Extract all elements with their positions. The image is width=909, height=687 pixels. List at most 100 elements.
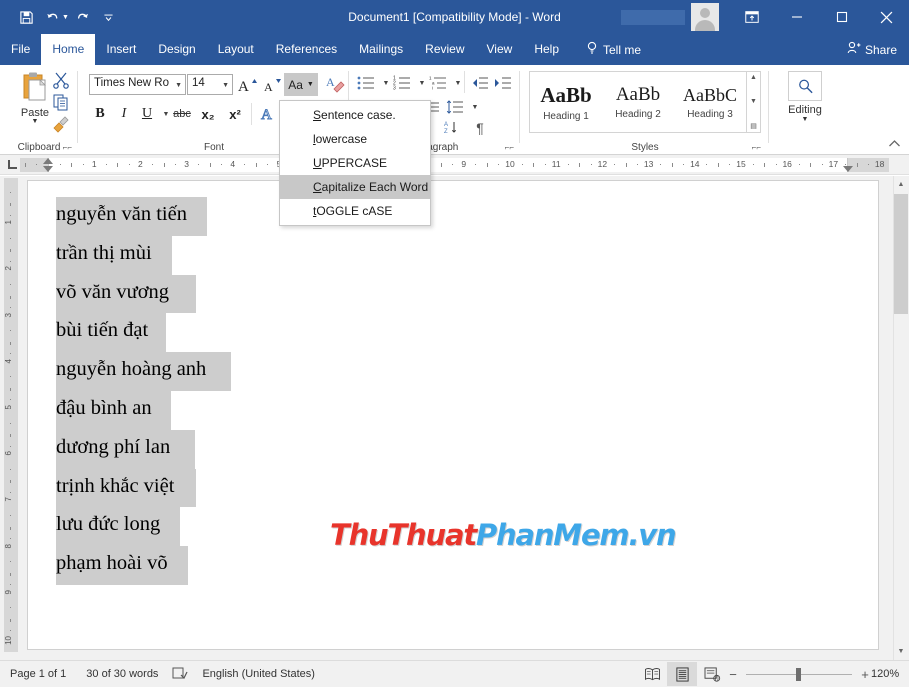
- font-name-input[interactable]: Times New Ro ▼: [89, 74, 186, 95]
- undo-dropdown-icon[interactable]: ▼: [62, 14, 69, 21]
- tab-mailings[interactable]: Mailings: [348, 34, 414, 65]
- format-painter-icon[interactable]: [52, 115, 74, 135]
- increase-indent-icon[interactable]: [492, 72, 514, 94]
- menu-item-owercase[interactable]: lowercase: [280, 127, 430, 151]
- editing-button[interactable]: Editing ▼: [782, 71, 828, 137]
- menu-item-ppercase[interactable]: UPPERCASE: [280, 151, 430, 175]
- style-heading-3[interactable]: AaBbC Heading 3: [674, 72, 746, 132]
- proofing-errors-icon[interactable]: [168, 666, 192, 683]
- gallery-more-icon[interactable]: ▤: [750, 122, 757, 130]
- document-line[interactable]: nguyễn hoàng anh: [56, 359, 206, 379]
- zoom-thumb[interactable]: [796, 668, 801, 681]
- line-spacing-icon[interactable]: [444, 96, 466, 118]
- styles-dialog-launcher[interactable]: ⌐⌐: [752, 143, 761, 152]
- vertical-scrollbar[interactable]: ▲ ▼: [893, 176, 909, 660]
- language-indicator[interactable]: English (United States): [192, 668, 325, 680]
- collapse-ribbon-icon[interactable]: [888, 139, 901, 150]
- document-line[interactable]: nguyễn văn tiến: [56, 204, 187, 224]
- change-case-button[interactable]: Aa ▼: [284, 73, 318, 96]
- vertical-ruler[interactable]: 12345678910: [0, 176, 20, 660]
- tab-design[interactable]: Design: [147, 34, 206, 65]
- show-formatting-marks-icon[interactable]: ¶: [469, 117, 491, 139]
- scroll-down-icon[interactable]: ▼: [893, 643, 909, 660]
- sort-icon[interactable]: AZ: [441, 117, 463, 139]
- numbering-icon[interactable]: 123: [391, 72, 413, 94]
- document-line[interactable]: trần thị mùi: [56, 243, 152, 263]
- styles-gallery-scroll[interactable]: ▲ ▼ ▤: [747, 71, 761, 133]
- page-indicator[interactable]: Page 1 of 1: [0, 668, 76, 680]
- document-line[interactable]: trịnh khắc việt: [56, 476, 174, 496]
- scrollbar-thumb[interactable]: [894, 194, 908, 314]
- clipboard-dialog-launcher[interactable]: ⌐⌐: [63, 143, 72, 152]
- tab-view[interactable]: View: [476, 34, 524, 65]
- font-name-dropdown-icon[interactable]: ▼: [175, 82, 182, 89]
- minimize-button[interactable]: [774, 0, 819, 34]
- close-button[interactable]: [864, 0, 909, 34]
- tab-insert[interactable]: Insert: [95, 34, 147, 65]
- scroll-up-icon[interactable]: ▲: [893, 176, 909, 193]
- print-layout-icon[interactable]: [667, 662, 697, 686]
- grow-font-icon[interactable]: A: [236, 74, 258, 96]
- tab-references[interactable]: References: [265, 34, 348, 65]
- tab-file[interactable]: File: [0, 34, 41, 65]
- clear-formatting-icon[interactable]: A: [324, 73, 346, 95]
- line-spacing-dropdown-icon[interactable]: ▼: [464, 96, 486, 118]
- first-line-indent-marker[interactable]: [43, 158, 53, 164]
- superscript-button[interactable]: x²: [224, 103, 246, 125]
- zoom-slider[interactable]: [746, 664, 852, 684]
- gallery-up-icon[interactable]: ▲: [750, 74, 757, 81]
- strikethrough-button[interactable]: abc: [171, 103, 193, 125]
- font-size-input[interactable]: 14 ▼: [187, 74, 233, 95]
- zoom-in-button[interactable]: +: [859, 667, 871, 682]
- word-count[interactable]: 30 of 30 words: [76, 668, 168, 680]
- font-size-dropdown-icon[interactable]: ▼: [222, 82, 229, 89]
- copy-icon[interactable]: [52, 93, 74, 113]
- paragraph-dialog-launcher[interactable]: ⌐⌐: [505, 143, 514, 152]
- style-heading-2[interactable]: AaBb Heading 2: [602, 72, 674, 132]
- tab-help[interactable]: Help: [523, 34, 570, 65]
- document-line[interactable]: phạm hoài võ: [56, 553, 168, 573]
- document-line[interactable]: dương phí lan: [56, 437, 170, 457]
- redo-icon[interactable]: [71, 5, 95, 29]
- bullets-icon[interactable]: [355, 72, 377, 94]
- avatar[interactable]: [691, 3, 719, 31]
- tab-layout[interactable]: Layout: [207, 34, 265, 65]
- style-heading-1[interactable]: AaBb Heading 1: [530, 72, 602, 132]
- menu-item-entence-case[interactable]: Sentence case.: [280, 103, 430, 127]
- share-button[interactable]: Share: [847, 34, 897, 65]
- zoom-out-button[interactable]: −: [727, 667, 739, 682]
- ribbon-display-options-icon[interactable]: [729, 0, 774, 34]
- document-line[interactable]: lưu đức long: [56, 514, 160, 534]
- restore-button[interactable]: [819, 0, 864, 34]
- menu-item-apitalize-each-word[interactable]: Capitalize Each Word: [280, 175, 430, 199]
- save-icon[interactable]: [14, 5, 38, 29]
- tab-review[interactable]: Review: [414, 34, 475, 65]
- editing-dropdown-icon[interactable]: ▼: [802, 116, 809, 123]
- document-line[interactable]: đậu bình an: [56, 398, 152, 418]
- change-case-menu[interactable]: Sentence case.lowercaseUPPERCASECapitali…: [279, 100, 431, 226]
- zoom-level[interactable]: 120%: [871, 668, 909, 680]
- document-line[interactable]: bùi tiến đạt: [56, 320, 148, 340]
- document-page[interactable]: nguyễn văn tiến trần thị mùi võ văn vương b…: [27, 180, 879, 650]
- tell-me-box[interactable]: Tell me: [586, 34, 641, 65]
- tab-home[interactable]: Home: [41, 34, 95, 65]
- right-indent-marker[interactable]: [843, 166, 853, 172]
- horizontal-ruler[interactable]: 123456789101112131415161718: [0, 155, 909, 175]
- shrink-font-icon[interactable]: A: [261, 74, 283, 96]
- gallery-down-icon[interactable]: ▼: [750, 98, 757, 105]
- italic-button[interactable]: I: [113, 103, 135, 125]
- cut-icon[interactable]: [52, 71, 74, 91]
- hanging-indent-marker[interactable]: [43, 166, 53, 172]
- read-mode-icon[interactable]: [637, 662, 667, 686]
- customize-qat-icon[interactable]: [97, 5, 121, 29]
- multilevel-dropdown-icon[interactable]: ▼: [447, 72, 469, 94]
- decrease-indent-icon[interactable]: [469, 72, 491, 94]
- multilevel-list-icon[interactable]: 1ai: [427, 72, 449, 94]
- undo-icon[interactable]: [40, 5, 64, 29]
- document-line[interactable]: võ văn vương: [56, 282, 169, 302]
- menu-item-oggle-case[interactable]: tOGGLE cASE: [280, 199, 430, 223]
- subscript-button[interactable]: x₂: [197, 103, 219, 125]
- bold-button[interactable]: B: [89, 103, 111, 125]
- web-layout-icon[interactable]: [697, 662, 727, 686]
- change-case-dropdown-icon[interactable]: ▼: [307, 81, 314, 88]
